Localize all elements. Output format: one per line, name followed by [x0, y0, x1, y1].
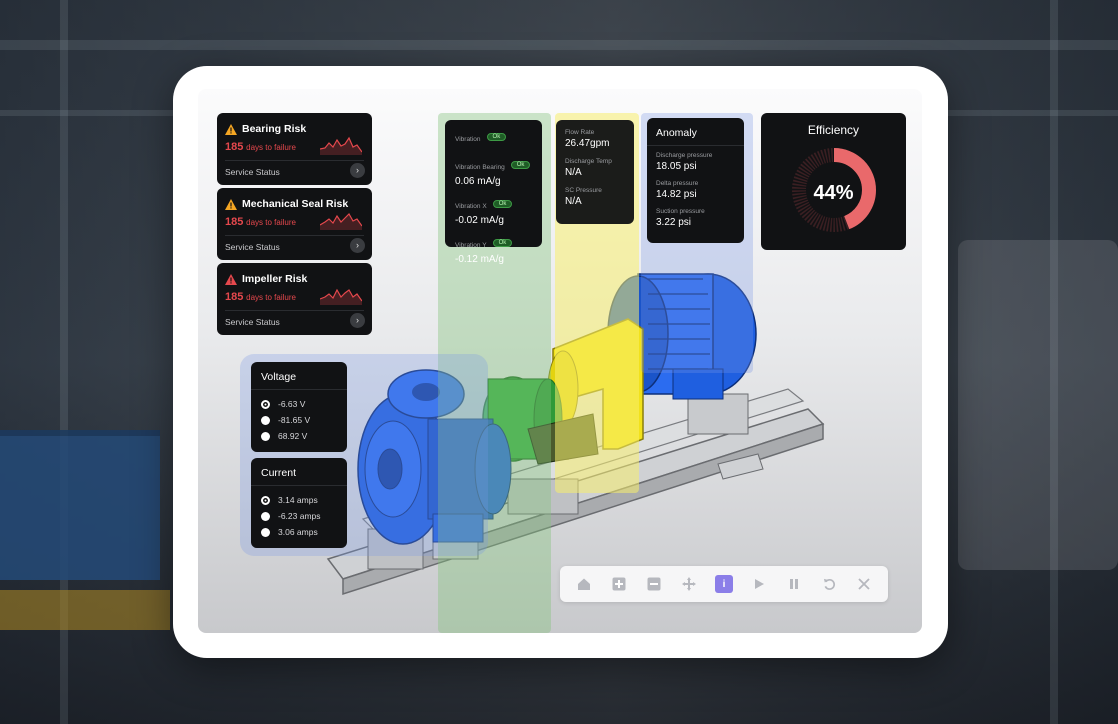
- discharge-pressure-label: Discharge pressure: [656, 152, 713, 159]
- anomaly-card[interactable]: Anomaly Discharge pressure 18.05 psi Del…: [647, 118, 744, 243]
- zoom-out-button[interactable]: [645, 575, 663, 593]
- flow-card[interactable]: Flow Rate 26.47gpm Discharge Temp N/A SC…: [556, 120, 634, 224]
- home-button[interactable]: [575, 575, 593, 593]
- chevron-right-icon[interactable]: ›: [350, 313, 365, 328]
- voltage-option-label: -81.65 V: [278, 415, 311, 425]
- radio-button[interactable]: [261, 495, 270, 505]
- voltage-option[interactable]: -81.65 V: [251, 412, 347, 428]
- voltage-panel[interactable]: Voltage -6.63 V -81.65 V 68.92 V: [251, 362, 347, 452]
- chevron-right-icon[interactable]: ›: [350, 238, 365, 253]
- ok-badge: Ok: [486, 132, 507, 141]
- radio-button[interactable]: [261, 431, 270, 441]
- risk-days: 185 days to failure: [225, 216, 296, 228]
- current-option-label: 3.06 amps: [278, 527, 318, 537]
- current-option[interactable]: -6.23 amps: [251, 508, 347, 524]
- close-icon: [858, 578, 871, 590]
- efficiency-card[interactable]: Efficiency 44%: [761, 113, 906, 250]
- vibration-bearing-row: Vibration Bearing Ok 0.06 mA/g: [455, 156, 532, 187]
- voltage-option-label: 68.92 V: [278, 431, 308, 441]
- move-icon: [681, 577, 696, 591]
- risk-title-text: Bearing Risk: [242, 123, 307, 135]
- risk-title-text: Impeller Risk: [242, 273, 308, 285]
- discharge-temp-value: N/A: [565, 167, 582, 178]
- background-forklift: [0, 590, 170, 630]
- info-button[interactable]: i: [714, 575, 733, 593]
- risk-title-text: Mechanical Seal Risk: [242, 198, 349, 210]
- service-status-label: Service Status: [225, 167, 280, 177]
- play-button[interactable]: [750, 575, 768, 593]
- ok-badge: Ok: [510, 160, 531, 169]
- risk-card-title: Mechanical Seal Risk: [225, 198, 348, 210]
- zoom-in-button[interactable]: [610, 575, 628, 593]
- move-button[interactable]: [680, 575, 698, 593]
- radio-button[interactable]: [261, 511, 270, 521]
- risk-sparkline: [320, 288, 362, 305]
- suction-pressure-label: Suction pressure: [656, 208, 705, 215]
- radio-button[interactable]: [261, 415, 270, 425]
- ok-badge: Ok: [492, 199, 513, 208]
- current-panel[interactable]: Current 3.14 amps -6.23 amps 3.06 amps: [251, 458, 347, 548]
- voltage-option-label: -6.63 V: [278, 399, 306, 409]
- service-status-label: Service Status: [225, 317, 280, 327]
- vibration-y-value: -0.12 mA/g: [455, 254, 504, 265]
- current-option-label: -6.23 amps: [278, 511, 321, 521]
- anomaly-title: Anomaly: [647, 118, 744, 146]
- efficiency-value: 44%: [813, 182, 854, 204]
- reset-icon: [823, 578, 836, 591]
- chevron-right-icon[interactable]: ›: [350, 163, 365, 178]
- vibration-card[interactable]: Vibration Ok Vibration Bearing Ok 0.06 mA/…: [445, 120, 542, 265]
- current-option[interactable]: 3.06 amps: [251, 524, 347, 540]
- vibration-x-value: -0.02 mA/g: [455, 215, 504, 226]
- play-icon: [753, 578, 765, 590]
- info-icon: i: [722, 578, 726, 590]
- flow-rate-value: 26.47gpm: [565, 138, 610, 149]
- vibration-x-row: Vibration X Ok -0.02 mA/g: [455, 195, 532, 226]
- risk-days: 185 days to failure: [225, 141, 296, 153]
- risk-days: 185 days to failure: [225, 291, 296, 303]
- bearing-risk-card[interactable]: Bearing Risk 185 days to failure Service…: [217, 113, 372, 185]
- pause-button[interactable]: [785, 575, 803, 593]
- risk-card-title: Bearing Risk: [225, 123, 306, 135]
- discharge-temp-label: Discharge Temp: [565, 158, 612, 165]
- plus-icon: [612, 577, 626, 591]
- close-button[interactable]: [855, 575, 873, 593]
- radio-button[interactable]: [261, 527, 270, 537]
- viewer-toolbar: i: [560, 566, 888, 602]
- background-machine: [958, 240, 1118, 570]
- impeller-risk-card[interactable]: Impeller Risk 185 days to failure Servic…: [217, 263, 372, 335]
- risk-sparkline: [320, 136, 362, 155]
- home-icon: [577, 577, 591, 591]
- ok-badge: Ok: [492, 238, 513, 247]
- delta-pressure-value: 14.82 psi: [656, 189, 697, 200]
- pause-icon: [788, 578, 800, 590]
- discharge-pressure-value: 18.05 psi: [656, 161, 697, 172]
- suction-pressure-value: 3.22 psi: [656, 217, 692, 228]
- vibration-row: Vibration Ok: [455, 128, 532, 146]
- voltage-option[interactable]: -6.63 V: [251, 396, 347, 412]
- radio-button[interactable]: [261, 399, 270, 409]
- delta-pressure-label: Delta pressure: [656, 180, 699, 187]
- mechanical-seal-risk-card[interactable]: Mechanical Seal Risk 185 days to failure…: [217, 188, 372, 260]
- current-title: Current: [251, 458, 347, 486]
- background-crate: [0, 430, 160, 580]
- warning-icon: [225, 123, 237, 135]
- voltage-option[interactable]: 68.92 V: [251, 428, 347, 444]
- risk-card-title: Impeller Risk: [225, 273, 307, 285]
- minus-icon: [647, 577, 661, 591]
- sc-pressure-value: N/A: [565, 196, 582, 207]
- warning-icon: [225, 198, 237, 210]
- current-option-label: 3.14 amps: [278, 495, 318, 505]
- flow-rate-label: Flow Rate: [565, 129, 595, 136]
- reset-button[interactable]: [820, 575, 838, 593]
- vibration-bearing-value: 0.06 mA/g: [455, 176, 501, 187]
- service-status-label: Service Status: [225, 242, 280, 252]
- warning-icon: [225, 273, 237, 285]
- vibration-y-row: Vibration Y Ok -0.12 mA/g: [455, 234, 532, 265]
- current-option[interactable]: 3.14 amps: [251, 492, 347, 508]
- efficiency-title: Efficiency: [807, 123, 860, 137]
- voltage-title: Voltage: [251, 362, 347, 390]
- app-screen: Bearing Risk 185 days to failure Service…: [198, 89, 922, 633]
- risk-sparkline: [320, 213, 362, 230]
- sc-pressure-label: SC Pressure: [565, 187, 602, 194]
